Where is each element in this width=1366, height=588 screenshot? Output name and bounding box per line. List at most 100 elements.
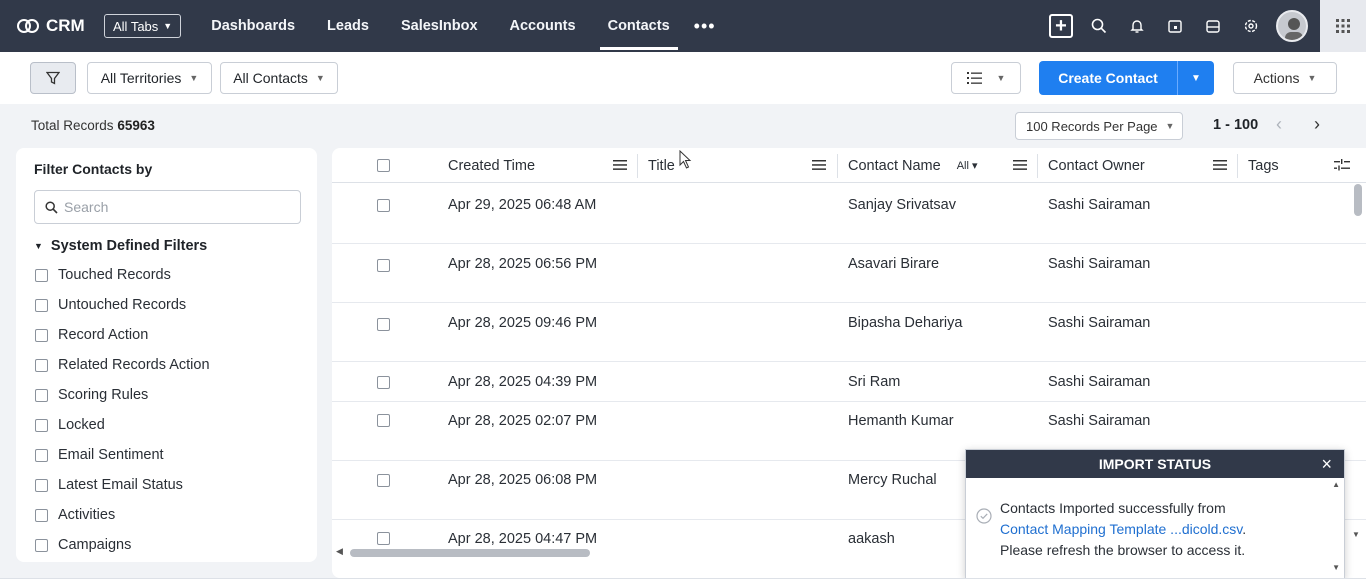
row-checkbox[interactable] xyxy=(377,318,390,331)
create-contact-button[interactable]: Create Contact ▼ xyxy=(1039,61,1214,95)
actions-dropdown[interactable]: Actions ▼ xyxy=(1233,62,1337,94)
table-row[interactable]: Apr 29, 2025 06:48 AM Sanjay Srivatsav S… xyxy=(332,184,1366,244)
filter-option[interactable]: Touched Records xyxy=(35,265,171,285)
row-checkbox[interactable] xyxy=(377,474,390,487)
avatar[interactable] xyxy=(1276,10,1308,42)
view-dropdown[interactable]: All Contacts ▼ xyxy=(220,62,338,94)
tab-salesinbox[interactable]: SalesInbox xyxy=(385,0,494,52)
filter-toggle-button[interactable] xyxy=(30,62,76,94)
records-per-page-dropdown[interactable]: 100 Records Per Page ▼ xyxy=(1015,112,1183,140)
row-checkbox[interactable] xyxy=(377,259,390,272)
filter-option[interactable]: Campaigns xyxy=(35,535,131,555)
all-tabs-dropdown[interactable]: All Tabs ▼ xyxy=(104,14,182,38)
row-checkbox[interactable] xyxy=(377,532,390,545)
checkbox[interactable] xyxy=(35,298,48,312)
column-tags[interactable]: Tags xyxy=(1248,148,1279,183)
cell-contact-name[interactable]: Mercy Ruchal xyxy=(848,472,937,488)
territory-dropdown[interactable]: All Territories ▼ xyxy=(87,62,212,94)
quick-create-button[interactable]: + xyxy=(1042,0,1080,52)
column-resize-handle[interactable] xyxy=(1237,154,1238,178)
table-row[interactable]: Apr 28, 2025 09:46 PM Bipasha Dehariya S… xyxy=(332,303,1366,362)
total-records: Total Records 65963 xyxy=(31,118,155,133)
checkbox[interactable] xyxy=(35,328,48,342)
tab-contacts[interactable]: Contacts xyxy=(592,0,686,52)
column-resize-handle[interactable] xyxy=(1037,154,1038,178)
scroll-up-arrow-icon[interactable]: ▲ xyxy=(1332,480,1340,489)
column-menu-icon[interactable] xyxy=(613,159,627,171)
close-icon[interactable]: × xyxy=(1321,454,1332,475)
inbox-button[interactable] xyxy=(1194,0,1232,52)
checkbox[interactable] xyxy=(35,358,48,372)
settings-icon xyxy=(1244,19,1258,33)
horizontal-scrollbar[interactable] xyxy=(350,549,590,557)
filter-option-label: Record Action xyxy=(58,327,149,343)
column-contact-name[interactable]: Contact Name All ▾ xyxy=(848,148,978,183)
column-menu-icon[interactable] xyxy=(1213,159,1227,171)
column-created-time[interactable]: Created Time xyxy=(448,148,535,183)
column-resize-handle[interactable] xyxy=(637,154,638,178)
scroll-down-arrow-icon[interactable]: ▼ xyxy=(1332,563,1340,572)
select-all-checkbox[interactable] xyxy=(377,159,390,172)
checkbox[interactable] xyxy=(35,448,48,462)
checkbox[interactable] xyxy=(35,268,48,282)
checkbox[interactable] xyxy=(35,508,48,522)
more-tabs-button[interactable]: ••• xyxy=(686,16,724,37)
filter-option-label: Campaigns xyxy=(58,537,132,553)
create-options-dropdown[interactable]: ▼ xyxy=(1177,61,1214,95)
filter-option[interactable]: Untouched Records xyxy=(35,295,186,315)
column-title[interactable]: Title xyxy=(648,148,675,183)
filter-option[interactable]: Email Sentiment xyxy=(35,445,164,465)
checkbox[interactable] xyxy=(35,418,48,432)
notifications-button[interactable] xyxy=(1118,0,1156,52)
table-row[interactable]: Apr 28, 2025 04:39 PM Sri Ram Sashi Sair… xyxy=(332,362,1366,402)
filter-option-label: Scoring Rules xyxy=(58,387,149,403)
row-checkbox[interactable] xyxy=(377,376,390,389)
search-button[interactable] xyxy=(1080,0,1118,52)
scroll-down-arrow-icon[interactable]: ▼ xyxy=(1352,530,1360,539)
filter-option[interactable]: Related Records Action xyxy=(35,355,210,375)
chevron-left-icon: ‹ xyxy=(1276,114,1282,134)
tab-accounts[interactable]: Accounts xyxy=(494,0,592,52)
cell-contact-name[interactable]: Hemanth Kumar xyxy=(848,413,954,429)
filter-option[interactable]: Latest Email Status xyxy=(35,475,183,495)
column-label: Tags xyxy=(1248,157,1279,174)
cell-contact-name[interactable]: Sri Ram xyxy=(848,374,900,390)
chevron-down-icon: ▼ xyxy=(1307,73,1317,83)
plus-icon: + xyxy=(1049,14,1073,38)
cell-contact-name[interactable]: Asavari Birare xyxy=(848,256,939,272)
column-menu-icon[interactable] xyxy=(812,159,826,171)
tab-leads[interactable]: Leads xyxy=(311,0,385,52)
settings-button[interactable] xyxy=(1232,0,1270,52)
list-view-toggle[interactable]: ▼ xyxy=(951,62,1021,94)
column-contact-owner[interactable]: Contact Owner xyxy=(1048,148,1145,183)
tab-dashboards[interactable]: Dashboards xyxy=(195,0,311,52)
filter-search-input[interactable]: Search xyxy=(34,190,301,224)
cell-contact-name[interactable]: Sanjay Srivatsav xyxy=(848,197,956,213)
apps-grid-button[interactable] xyxy=(1320,0,1366,52)
scroll-left-arrow-icon[interactable]: ◀ xyxy=(336,546,343,557)
column-menu-icon[interactable] xyxy=(1013,159,1027,171)
checkbox[interactable] xyxy=(35,538,48,552)
checkbox[interactable] xyxy=(35,478,48,492)
column-resize-handle[interactable] xyxy=(837,154,838,178)
total-records-label: Total Records xyxy=(31,118,114,133)
checkbox[interactable] xyxy=(35,388,48,402)
cell-contact-name[interactable]: aakash xyxy=(848,531,895,547)
table-row[interactable]: Apr 28, 2025 06:56 PM Asavari Birare Sas… xyxy=(332,244,1366,303)
column-settings-icon[interactable] xyxy=(1334,159,1350,171)
next-page-button[interactable]: › xyxy=(1314,114,1320,135)
row-checkbox[interactable] xyxy=(377,414,390,427)
calendar-button[interactable] xyxy=(1156,0,1194,52)
cell-contact-name[interactable]: Bipasha Dehariya xyxy=(848,315,962,331)
vertical-scrollbar[interactable] xyxy=(1354,184,1362,216)
import-file-link[interactable]: Contact Mapping Template ...dicold.csv xyxy=(1000,521,1242,537)
filter-option[interactable]: Record Action xyxy=(35,325,148,345)
contact-name-filter-dropdown[interactable]: All ▾ xyxy=(957,159,978,172)
filter-option[interactable]: Activities xyxy=(35,505,115,525)
filter-option[interactable]: Locked xyxy=(35,415,105,435)
system-filters-group-toggle[interactable]: ▼ System Defined Filters xyxy=(34,238,207,254)
row-checkbox[interactable] xyxy=(377,199,390,212)
filter-option[interactable]: Scoring Rules xyxy=(35,385,148,405)
previous-page-button[interactable]: ‹ xyxy=(1276,114,1282,135)
crm-logo[interactable]: CRM xyxy=(16,16,104,36)
